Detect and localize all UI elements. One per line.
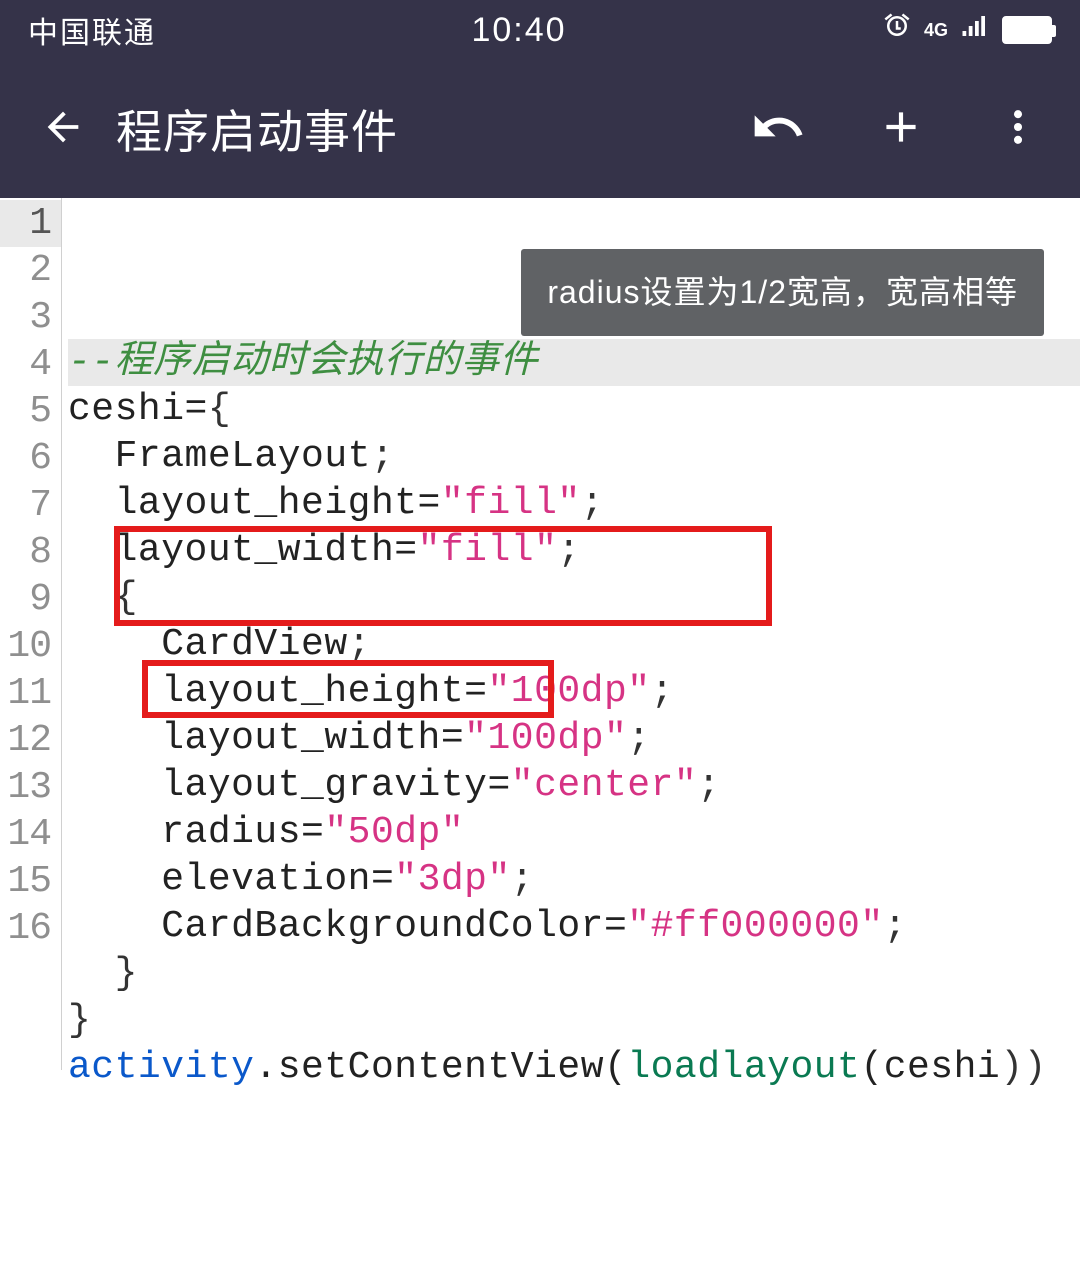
code-line[interactable]: }: [68, 997, 1080, 1044]
network-4g-icon: 4G: [924, 21, 948, 39]
line-number: 9: [0, 576, 61, 623]
clock-label: 10:40: [471, 11, 566, 50]
line-gutter: 12345678910111213141516: [0, 198, 62, 1070]
more-button[interactable]: [996, 105, 1040, 154]
back-button[interactable]: [40, 104, 86, 155]
code-line[interactable]: layout_height="100dp";: [68, 668, 1080, 715]
code-line[interactable]: ceshi={: [68, 386, 1080, 433]
hint-tooltip: radius设置为1/2宽高，宽高相等: [521, 249, 1044, 336]
line-number: 13: [0, 764, 61, 811]
code-line[interactable]: layout_gravity="center";: [68, 762, 1080, 809]
line-number: 1: [0, 200, 61, 247]
alarm-icon: [882, 11, 912, 49]
line-number: 3: [0, 294, 61, 341]
line-number: 10: [0, 623, 61, 670]
code-line[interactable]: layout_width="fill";: [68, 527, 1080, 574]
status-bar: 中国联通 10:40 4G: [0, 0, 1080, 60]
add-button[interactable]: [876, 102, 926, 157]
carrier-label: 中国联通: [28, 8, 156, 52]
code-line[interactable]: elevation="3dp";: [68, 856, 1080, 903]
battery-icon: [1002, 16, 1052, 44]
code-line[interactable]: layout_width="100dp";: [68, 715, 1080, 762]
code-line[interactable]: FrameLayout;: [68, 433, 1080, 480]
code-line[interactable]: --程序启动时会执行的事件: [68, 339, 1080, 386]
line-number: 6: [0, 435, 61, 482]
line-number: 5: [0, 388, 61, 435]
line-number: 15: [0, 858, 61, 905]
line-number: 7: [0, 482, 61, 529]
code-line[interactable]: radius="50dp": [68, 809, 1080, 856]
line-number: 2: [0, 247, 61, 294]
code-line[interactable]: {: [68, 574, 1080, 621]
line-number: 4: [0, 341, 61, 388]
line-number: 11: [0, 670, 61, 717]
toolbar: 程序启动事件: [0, 60, 1080, 198]
undo-button[interactable]: [750, 99, 806, 160]
line-number: 14: [0, 811, 61, 858]
code-line[interactable]: layout_height="fill";: [68, 480, 1080, 527]
status-icons: 4G: [882, 11, 1052, 49]
line-number: 16: [0, 905, 61, 952]
line-number: 8: [0, 529, 61, 576]
code-line[interactable]: }: [68, 950, 1080, 997]
code-line[interactable]: CardView;: [68, 621, 1080, 668]
page-title: 程序启动事件: [116, 96, 750, 162]
toolbar-actions: [750, 99, 1040, 160]
code-line[interactable]: CardBackgroundColor="#ff000000";: [68, 903, 1080, 950]
code-editor[interactable]: 12345678910111213141516 --程序启动时会执行的事件ces…: [0, 198, 1080, 1070]
code-line[interactable]: activity.setContentView(loadlayout(ceshi…: [68, 1044, 1080, 1091]
code-area[interactable]: --程序启动时会执行的事件ceshi={ FrameLayout; layout…: [62, 198, 1080, 1070]
line-number: 12: [0, 717, 61, 764]
signal-icon: [960, 11, 990, 49]
